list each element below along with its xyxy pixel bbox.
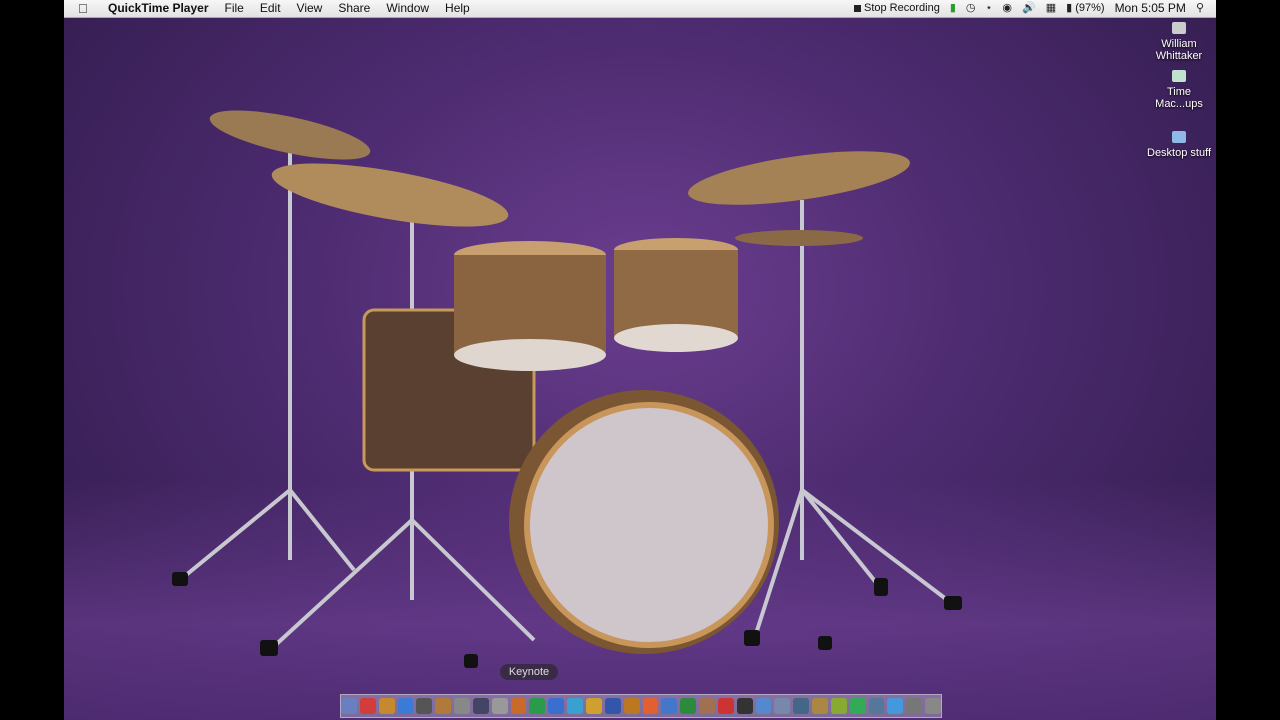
dock-app-icon[interactable] [830, 698, 847, 714]
dock-app-icon[interactable] [341, 698, 357, 714]
dock-tooltip: Keynote [500, 664, 558, 680]
dock-app-icon[interactable] [585, 698, 602, 714]
drum-kit-wallpaper [172, 110, 962, 668]
dock-app-icon[interactable] [849, 698, 866, 714]
stop-square-icon [853, 5, 861, 12]
dock-app-icon[interactable] [491, 698, 508, 714]
dock-app-icon[interactable] [812, 698, 828, 714]
dock-app-icon[interactable] [793, 698, 810, 714]
dock-app-icon[interactable] [397, 698, 414, 714]
dock-app-icon[interactable] [661, 698, 678, 714]
dock-app-icon[interactable] [604, 698, 621, 714]
battery-status[interactable]: ▮ (97%) [1061, 0, 1109, 17]
dock-app-icon[interactable] [680, 698, 697, 714]
menu-clock[interactable]: Mon 5:05 PM [1110, 0, 1191, 17]
menu-bar:  QuickTime Player File Edit View Share … [64, 0, 1216, 18]
dock-app-icon[interactable] [906, 698, 923, 714]
dock-app-icon[interactable] [548, 698, 565, 714]
dock-app-icon[interactable] [454, 698, 470, 714]
volume-icon[interactable]: 🔊 [1017, 0, 1041, 17]
dock-app-icon[interactable] [435, 698, 452, 714]
desktop-icon-label: William Whittaker [1155, 38, 1203, 62]
dock-app-icon[interactable] [567, 698, 583, 714]
desktop-icon-time-machine[interactable]: Time Mac...ups [1144, 70, 1214, 110]
menu-help[interactable]: Help [437, 0, 478, 17]
growl-icon[interactable]: ▮ [945, 0, 961, 17]
dock-app-icon[interactable] [868, 698, 885, 714]
spotlight-search-icon[interactable]: ⚲ [1191, 0, 1216, 17]
dock [340, 694, 942, 718]
desktop-icon-user-drive[interactable]: William Whittaker [1144, 22, 1214, 62]
input-menu-icon[interactable]: ▦ [1041, 0, 1061, 17]
dock-app-icon[interactable] [887, 698, 904, 714]
dock-app-icon[interactable] [925, 698, 941, 714]
desktop-icon-label: Desktop stuff [1147, 147, 1211, 159]
wifi-icon[interactable]: ◉ [997, 0, 1017, 17]
time-machine-drive-icon [1172, 70, 1186, 82]
dock-app-icon[interactable] [378, 698, 395, 714]
desktop-icon-desktop-stuff[interactable]: Desktop stuff [1144, 131, 1214, 159]
folder-icon [1172, 131, 1186, 143]
dock-app-icon[interactable] [529, 698, 546, 714]
menu-view[interactable]: View [289, 0, 331, 17]
menu-edit[interactable]: Edit [252, 0, 289, 17]
desktop-icon-label: Time Mac...ups [1155, 86, 1203, 110]
dock-app-icon[interactable] [736, 698, 753, 714]
dock-app-icon[interactable] [472, 698, 489, 714]
menu-window[interactable]: Window [378, 0, 437, 17]
hard-drive-icon [1172, 22, 1186, 34]
menu-app-name[interactable]: QuickTime Player [100, 0, 217, 17]
desktop:  QuickTime Player File Edit View Share … [64, 0, 1216, 720]
status-area: Stop Recording ▮ ◷ ⋆ ◉ 🔊 ▦ ▮ (97%) Mon 5… [849, 0, 1216, 17]
dock-app-icon[interactable] [717, 698, 734, 714]
apple-icon[interactable]:  [78, 1, 100, 16]
dock-app-icon[interactable] [774, 698, 791, 714]
dock-app-icon[interactable] [642, 698, 659, 714]
menu-share[interactable]: Share [330, 0, 378, 17]
dock-app-icon[interactable] [416, 698, 433, 714]
dock-app-icon[interactable] [359, 698, 376, 714]
bluetooth-icon[interactable]: ⋆ [980, 0, 997, 17]
dock-app-icon[interactable] [699, 698, 715, 714]
dock-app-icon[interactable] [510, 698, 527, 714]
dock-app-icon[interactable] [623, 698, 640, 714]
stop-recording-button[interactable]: Stop Recording [849, 0, 945, 17]
stop-recording-label: Stop Recording [863, 2, 940, 14]
menu-file[interactable]: File [217, 0, 252, 17]
battery-icon: ▮ [1066, 2, 1073, 14]
time-machine-icon[interactable]: ◷ [961, 0, 981, 17]
dock-app-icon[interactable] [755, 698, 772, 714]
battery-percent: (97%) [1075, 2, 1105, 14]
